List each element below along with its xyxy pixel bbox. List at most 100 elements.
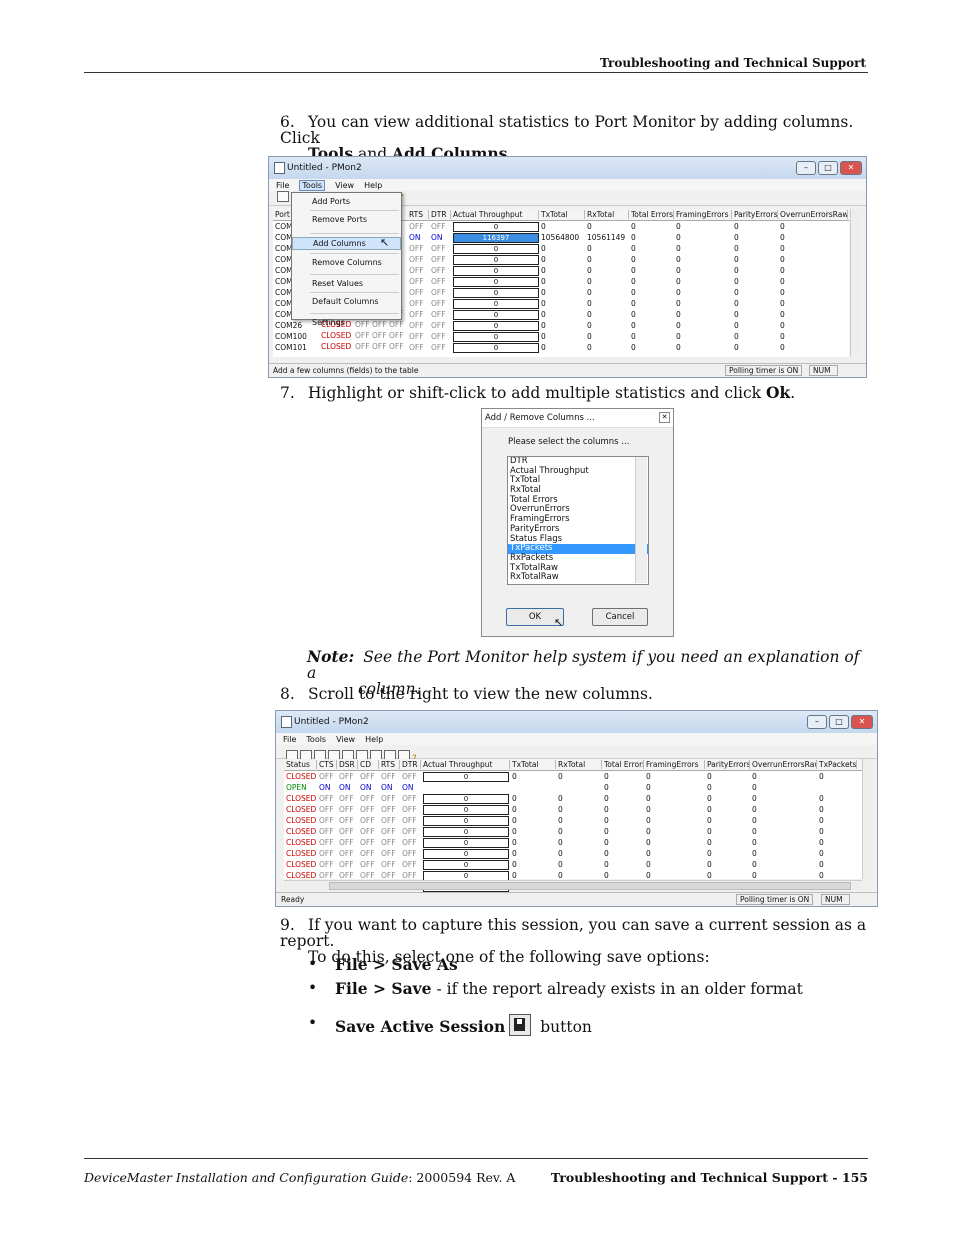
txtotal-cell: 0 — [541, 310, 546, 319]
txtotal-cell: 0 — [512, 860, 517, 869]
close-icon[interactable]: ✕ — [840, 161, 862, 175]
note-text: See the Port Monitor help system if you … — [307, 648, 860, 682]
table-row[interactable]: CLOSEDOFFOFFOFFOFFOFF00000000 — [284, 859, 862, 870]
menu-view[interactable]: View — [336, 735, 355, 744]
menu-view[interactable]: View — [335, 181, 354, 190]
table-row[interactable]: CLOSEDOFFOFFOFFOFFOFF00000000 — [284, 815, 862, 826]
column-header[interactable]: Total Errors — [629, 210, 674, 219]
framing-errors-cell: 0 — [676, 266, 681, 275]
flag-cell: OFF — [402, 860, 417, 869]
parity-errors-cell: 0 — [707, 805, 712, 814]
column-header[interactable]: RTS — [407, 210, 429, 219]
toolbar: ? — [276, 745, 877, 764]
flag-cell: OFF — [319, 838, 334, 847]
column-header[interactable]: FramingErrors — [644, 760, 705, 769]
list-scrollbar[interactable] — [635, 457, 647, 583]
table-row[interactable]: CLOSEDOFFOFFOFFOFFOFF00000000 — [284, 793, 862, 804]
column-header[interactable]: CTS — [317, 760, 337, 769]
menu-tools[interactable]: Tools — [306, 735, 326, 744]
status-text: Ready — [281, 895, 305, 904]
table-row[interactable]: CLOSEDOFFOFFOFFOFFOFF00000000 — [284, 837, 862, 848]
rxtotal-cell: 0 — [558, 849, 563, 858]
column-header[interactable]: TxPackets — [817, 760, 857, 769]
rts-cell: OFF — [409, 288, 424, 297]
app-icon — [281, 716, 292, 728]
throughput-bar: 0 — [453, 254, 539, 265]
menu-item-settings[interactable]: Settings — [292, 317, 401, 328]
menu-item-reset-values[interactable]: Reset Values — [292, 278, 401, 289]
menu-item-default-columns[interactable]: Default Columns — [292, 296, 401, 307]
framing-errors-cell: 0 — [646, 805, 651, 814]
column-header[interactable]: DTR — [400, 760, 421, 769]
table-row[interactable]: CLOSEDOFFOFFOFFOFFOFF00000000 — [284, 771, 862, 782]
column-header[interactable]: TxTotal — [510, 760, 556, 769]
menu-tools[interactable]: Tools — [299, 179, 326, 191]
throughput-cell: 0 — [451, 298, 539, 309]
column-header[interactable]: CD — [358, 760, 379, 769]
window-title: Untitled - PMon2 — [294, 717, 369, 727]
cancel-button[interactable]: Cancel — [592, 608, 648, 626]
close-icon[interactable]: ✕ — [851, 715, 873, 729]
minimize-icon[interactable]: – — [807, 715, 827, 729]
framing-errors-cell: 0 — [676, 288, 681, 297]
bullet-text: - if the report already exists in an old… — [431, 980, 803, 998]
close-icon[interactable]: ✕ — [659, 412, 670, 423]
txtotal-cell: 0 — [512, 827, 517, 836]
maximize-icon[interactable]: □ — [829, 715, 849, 729]
column-header[interactable]: FramingErrors — [674, 210, 732, 219]
throughput-bar: 0 — [453, 331, 539, 342]
vertical-scrollbar[interactable] — [862, 759, 874, 879]
table-row[interactable]: OPEN ON ON ON ON ON 0 0 0 0 — [284, 782, 862, 793]
menu-item-remove-ports[interactable]: Remove Ports — [292, 214, 401, 225]
columns-listbox[interactable]: DTR Actual Throughput TxTotal RxTotal Total … — [507, 456, 649, 585]
rxtotal-cell: 0 — [587, 277, 592, 286]
maximize-icon[interactable]: □ — [818, 161, 838, 175]
throughput-cell: 0 — [421, 837, 510, 848]
horizontal-scrollbar[interactable] — [284, 880, 862, 890]
column-header[interactable]: Total Errors — [602, 760, 644, 769]
vertical-scrollbar[interactable] — [850, 209, 862, 357]
table-row[interactable]: COM101 CLOSED OFF OFF OFF OFF OFF 0 0 0 0 0 0 0 — [273, 342, 849, 353]
column-header[interactable]: RTS — [379, 760, 400, 769]
table-row[interactable]: COM100 CLOSED OFF OFF OFF OFF OFF 0 0 0 0 0 0 0 — [273, 331, 849, 342]
new-icon[interactable] — [277, 191, 289, 202]
bold-term: File > Save As — [335, 955, 458, 974]
list-item[interactable]: RxTotalRaw — [508, 573, 648, 583]
menu-file[interactable]: File — [276, 181, 289, 190]
column-header[interactable]: OverrunErrorsRaw — [750, 760, 817, 769]
menu-item-remove-columns[interactable]: Remove Columns — [292, 257, 401, 268]
column-header[interactable]: RxTotal — [585, 210, 629, 219]
minimize-icon[interactable]: – — [796, 161, 816, 175]
dtr-cell: ON — [431, 233, 443, 242]
rts-cell: OFF — [409, 332, 424, 341]
table-row[interactable]: CLOSEDOFFOFFOFFOFFOFF00000000 — [284, 804, 862, 815]
flag-cell: OFF — [381, 772, 396, 781]
column-header[interactable]: Actual Throughput — [451, 210, 539, 219]
txtotal-cell: 0 — [541, 321, 546, 330]
menu-item-add-ports[interactable]: Add Ports — [292, 196, 401, 207]
num-lock-indicator: NUM — [821, 894, 850, 905]
status-bar: Add a few columns (fields) to the table … — [269, 363, 866, 377]
column-header[interactable]: Actual Throughput — [421, 760, 510, 769]
column-header[interactable]: OverrunErrorsRaw — [778, 210, 848, 219]
dtr-cell: OFF — [431, 343, 446, 352]
framing-errors-cell: 0 — [646, 827, 651, 836]
menu-help[interactable]: Help — [364, 181, 382, 190]
menu-help[interactable]: Help — [365, 735, 383, 744]
txpackets-cell: 0 — [819, 805, 824, 814]
column-header[interactable]: RxTotal — [556, 760, 602, 769]
menu-file[interactable]: File — [283, 735, 296, 744]
column-header[interactable]: DTR — [429, 210, 451, 219]
column-header[interactable]: ParityErrors — [705, 760, 750, 769]
flag-cell: OFF — [402, 849, 417, 858]
parity-errors-cell: 0 — [734, 299, 739, 308]
column-header[interactable]: TxTotal — [539, 210, 585, 219]
status-cell: CLOSED — [286, 805, 317, 814]
status-cell: CLOSED — [286, 794, 317, 803]
column-header[interactable]: Status — [284, 760, 317, 769]
table-row[interactable]: CLOSEDOFFOFFOFFOFFOFF00000000 — [284, 848, 862, 859]
column-header[interactable]: DSR — [337, 760, 358, 769]
throughput-cell: 0 — [451, 276, 539, 287]
table-row[interactable]: CLOSEDOFFOFFOFFOFFOFF00000000 — [284, 826, 862, 837]
column-header[interactable]: ParityErrors — [732, 210, 778, 219]
